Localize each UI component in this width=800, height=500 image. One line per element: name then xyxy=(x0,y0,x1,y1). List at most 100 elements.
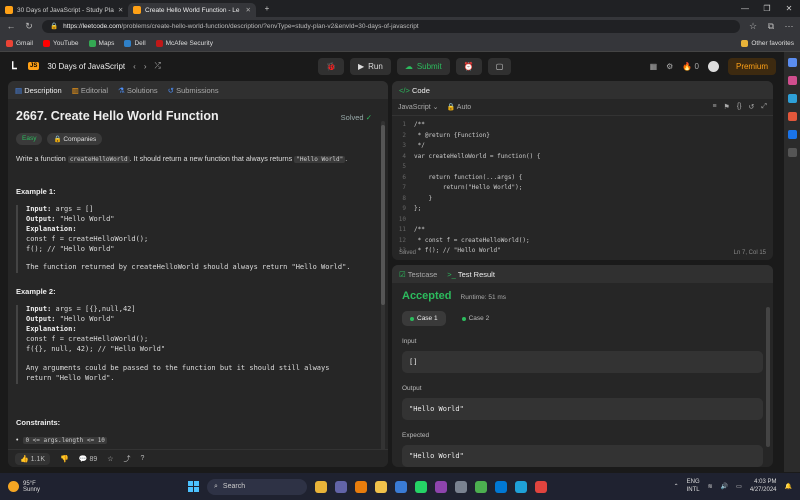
battery-icon[interactable]: ▭ xyxy=(736,483,742,490)
scrollbar-thumb[interactable] xyxy=(381,125,385,305)
store-icon[interactable] xyxy=(395,480,407,493)
editor-status-bar: Saved Ln 7, Col 15 xyxy=(392,246,773,260)
premium-button[interactable]: Premium xyxy=(727,57,776,75)
streak-counter[interactable]: 🔥 0 xyxy=(682,62,699,71)
close-icon[interactable]: ✕ xyxy=(118,6,123,14)
add-icon[interactable] xyxy=(787,148,797,157)
tab-test-result[interactable]: >_ Test Result xyxy=(447,270,495,279)
page-title: 2667. Create Hello World Function xyxy=(16,109,219,123)
tools-icon[interactable] xyxy=(787,94,797,103)
avatar[interactable] xyxy=(707,60,719,72)
weather-widget[interactable]: 95°F Sunny xyxy=(8,481,158,493)
clock[interactable]: 4:03 PM 4/27/2024 xyxy=(750,479,777,495)
scrollbar-thumb[interactable] xyxy=(766,307,770,447)
chrome-icon[interactable] xyxy=(475,480,487,493)
tab-submissions[interactable]: ↺ Submissions xyxy=(168,86,219,95)
windows-start-icon[interactable] xyxy=(188,481,199,492)
sun-icon xyxy=(8,481,19,492)
volume-icon[interactable]: 🔊 xyxy=(721,483,728,490)
vscode-icon[interactable] xyxy=(495,480,507,493)
file-explorer-icon[interactable] xyxy=(315,480,327,493)
edge-icon[interactable] xyxy=(515,480,527,493)
fullscreen-icon[interactable]: ⤢ xyxy=(761,103,767,111)
new-tab-icon[interactable]: + xyxy=(256,4,278,13)
bookmark-icon[interactable]: ⚑ xyxy=(724,103,730,111)
code-tab[interactable]: </> Code xyxy=(399,86,430,95)
auto-mode[interactable]: 🔒 Auto xyxy=(447,103,472,111)
media-icon[interactable] xyxy=(435,480,447,493)
language-select[interactable]: JavaScript ⌄ xyxy=(398,103,439,111)
teams-icon[interactable] xyxy=(335,480,347,493)
star-icon[interactable]: ☆ xyxy=(748,21,758,32)
bookmark-maps[interactable]: Maps xyxy=(88,39,114,47)
format-icon[interactable]: ≡ xyxy=(712,103,716,111)
prev-problem-icon[interactable]: ‹ xyxy=(133,62,136,71)
maximize-icon[interactable]: ❐ xyxy=(756,4,778,13)
settings-icon[interactable]: ⚙ xyxy=(666,62,673,71)
more-icon[interactable]: ⋯ xyxy=(784,21,794,32)
timer-button[interactable]: ⏰ xyxy=(455,57,482,75)
result-tabs: ☑ Testcase >_ Test Result xyxy=(392,265,773,283)
taskbar-search[interactable]: ⌕ Search xyxy=(207,478,307,495)
like-button[interactable]: 👍 1.1K xyxy=(15,452,51,465)
help-icon[interactable]: ? xyxy=(141,455,145,462)
shopping-icon[interactable] xyxy=(787,76,797,85)
companies-badge[interactable]: 🔒 Companies xyxy=(47,133,103,145)
whatsapp-icon[interactable] xyxy=(415,480,427,493)
braces-icon[interactable]: {} xyxy=(737,103,742,111)
tab-solutions[interactable]: ⚗ Solutions xyxy=(118,86,158,95)
notes-button[interactable]: ▢ xyxy=(487,57,512,75)
bookmark-mcafee[interactable]: McAfee Security xyxy=(155,39,213,47)
comments-button[interactable]: 💬 89 xyxy=(79,455,97,463)
code-editor[interactable]: 1/** 2 * @return {Function} 3 */ 4 var cr… xyxy=(392,116,773,254)
chevron-up-icon[interactable]: ⌃ xyxy=(674,483,679,490)
close-window-icon[interactable]: ✕ xyxy=(778,4,800,13)
office-icon[interactable] xyxy=(787,112,797,121)
share-icon[interactable]: ⤴ xyxy=(124,454,131,464)
code-line: 11/** xyxy=(398,226,425,233)
browser-tab-problem[interactable]: Create Hello World Function - Le ✕ xyxy=(128,3,256,17)
search-icon[interactable] xyxy=(787,58,797,67)
folder-icon[interactable] xyxy=(375,480,387,493)
case-1-tab[interactable]: Case 1 xyxy=(402,311,446,326)
back-icon[interactable]: ← xyxy=(6,21,16,31)
input-language[interactable]: ENG INTL xyxy=(687,479,700,495)
other-favorites[interactable]: Other favorites xyxy=(741,39,794,47)
address-bar[interactable]: 🔒 https://leetcode.com/problems/create-h… xyxy=(42,19,740,33)
vpn-icon[interactable] xyxy=(455,480,467,493)
leetcode-logo-icon[interactable]: ᒪ xyxy=(8,60,20,72)
grid-icon[interactable]: ▦ xyxy=(650,62,658,71)
bookmark-gmail[interactable]: Gmail xyxy=(6,39,33,47)
browser-tab-study-plan[interactable]: 30 Days of JavaScript - Study Pla ✕ xyxy=(0,3,128,17)
debug-button[interactable]: 🐞 xyxy=(318,57,344,75)
code-line: 10 xyxy=(398,215,406,223)
wifi-icon[interactable]: ≋ xyxy=(708,483,713,490)
dislike-icon[interactable]: 👎 xyxy=(60,455,69,463)
run-button[interactable]: ▶ Run xyxy=(349,57,391,75)
submit-button[interactable]: ☁ Submit xyxy=(396,57,450,75)
star-icon[interactable]: ☆ xyxy=(107,455,113,463)
minimize-icon[interactable]: — xyxy=(734,4,756,13)
outlook-icon[interactable] xyxy=(787,130,797,139)
tab-editorial[interactable]: ▥ Editorial xyxy=(72,86,108,95)
blender-icon[interactable] xyxy=(355,480,367,493)
case-2-tab[interactable]: Case 2 xyxy=(454,311,498,326)
editor-toolbar: JavaScript ⌄ 🔒 Auto ≡ ⚑ {} ↺ ⤢ xyxy=(392,99,773,116)
checkbox-icon: ☑ xyxy=(399,269,406,279)
bookmark-youtube[interactable]: YouTube xyxy=(42,39,79,47)
extensions-icon[interactable]: ⧉ xyxy=(766,21,776,32)
tab-testcase[interactable]: ☑ Testcase xyxy=(399,270,437,279)
gmail-icon xyxy=(6,39,13,47)
reset-icon[interactable]: ↺ xyxy=(749,103,755,111)
notification-icon[interactable]: 🔔 xyxy=(785,483,792,490)
mcafee-icon xyxy=(155,39,163,47)
refresh-icon[interactable]: ↻ xyxy=(24,21,34,32)
tab-description[interactable]: ▤ Description xyxy=(15,86,62,95)
study-plan-title[interactable]: 30 Days of JavaScript xyxy=(47,62,125,71)
close-icon[interactable]: ✕ xyxy=(246,6,251,14)
app-icon[interactable] xyxy=(535,480,547,493)
bookmark-dell[interactable]: Dell xyxy=(124,39,146,47)
next-problem-icon[interactable]: › xyxy=(144,62,147,71)
shuffle-icon[interactable]: ⤮ xyxy=(155,61,161,71)
difficulty-badge[interactable]: Easy xyxy=(16,133,43,145)
